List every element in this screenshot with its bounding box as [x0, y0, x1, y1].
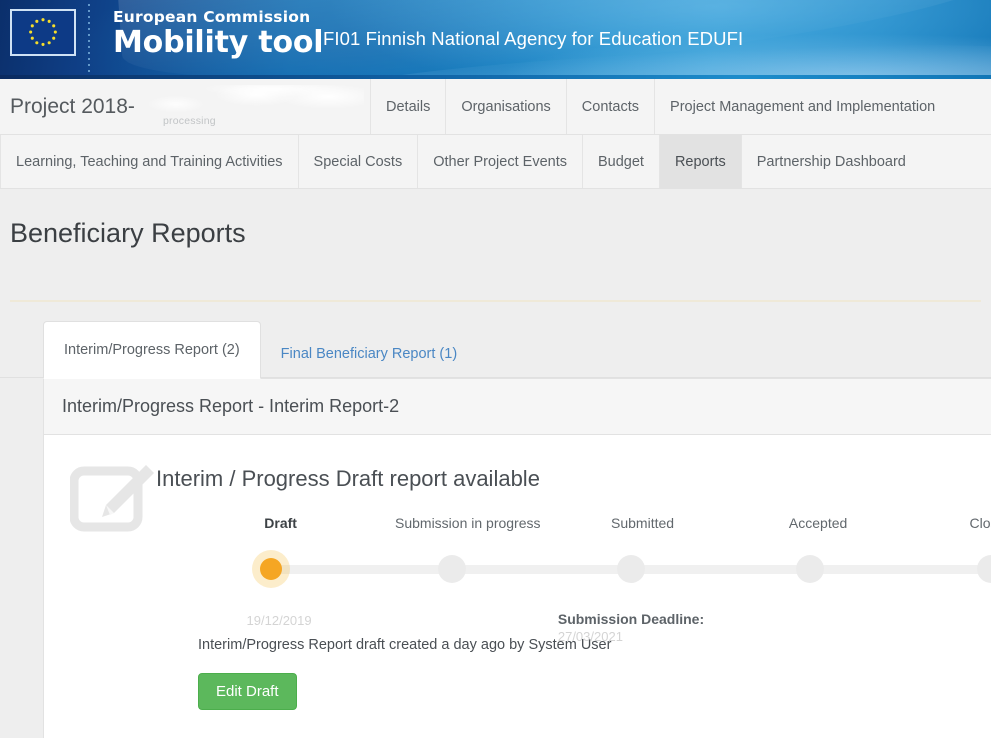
step-node-submitted[interactable] — [616, 555, 645, 583]
nav-item-reports[interactable]: Reports — [658, 135, 741, 188]
nav-item-organisations[interactable]: Organisations — [445, 79, 565, 134]
nav-item-learning-teaching-and-training-activities[interactable]: Learning, Teaching and Training Activiti… — [0, 135, 298, 188]
processing-label: processing — [163, 115, 216, 127]
step-label-submission-in-progress: Submission in progress — [394, 515, 541, 531]
submission-deadline-label: Submission Deadline: — [557, 611, 705, 627]
nav-item-label: Details — [386, 98, 431, 115]
submission-deadline-value: 27/03/2021 — [557, 629, 623, 644]
page-title: Beneficiary Reports — [10, 218, 246, 248]
tab-interim-progress-report[interactable]: Interim/Progress Report (2) — [43, 321, 261, 379]
nav-item-label: Budget — [597, 153, 644, 170]
step-node-submission-in-progress[interactable] — [438, 555, 467, 583]
report-panel-body: Interim / Progress Draft report availabl… — [44, 435, 991, 738]
step-label-draft: Draft — [264, 515, 297, 531]
stepper-labels: Draft Submission in progress Submitted A… — [256, 515, 991, 537]
brand-line-mobility-tool: Mobility tool — [113, 25, 324, 60]
nav-item-project-management-and-implementation[interactable]: Project Management and Implementation — [654, 79, 950, 134]
project-title-cell: Project 2018- processing — [0, 79, 370, 134]
nav-item-label: Special Costs — [313, 153, 403, 170]
step-node-closed[interactable] — [977, 555, 991, 583]
nav-item-other-project-events[interactable]: Other Project Events — [417, 135, 582, 188]
nav-item-label: Contacts — [581, 98, 640, 115]
nav-item-contacts[interactable]: Contacts — [565, 79, 654, 134]
banner-dotted-divider — [88, 4, 90, 76]
nav-row-primary: Project 2018- processing Details Organis… — [0, 79, 991, 135]
step-label-accepted: Accepted — [788, 515, 848, 531]
edit-draft-button[interactable]: Edit Draft — [198, 673, 297, 710]
stepper-track-area: 19/12/2019 Submission Deadline: 27/03/20… — [247, 549, 991, 644]
report-status-block: Interim / Progress Draft report availabl… — [44, 457, 991, 710]
step-label-submitted: Submitted — [611, 515, 675, 531]
tab-label: Final Beneficiary Report (1) — [280, 346, 458, 362]
edit-document-icon — [70, 463, 156, 543]
page-content: Beneficiary Reports Interim/Progress Rep… — [0, 189, 991, 738]
nav-item-label: Partnership Dashboard — [756, 153, 906, 170]
step-label-closed: Closed — [969, 515, 991, 531]
project-navigation: Project 2018- processing Details Organis… — [0, 79, 991, 189]
report-panel-heading: Interim/Progress Report - Interim Report… — [44, 379, 991, 435]
brand-line-european-commission: European Commission — [113, 8, 311, 26]
report-type-tabs: Interim/Progress Report (2) Final Benefi… — [0, 320, 991, 379]
page-title-divider — [10, 300, 981, 302]
report-progress-stepper: Draft Submission in progress Submitted A… — [247, 515, 991, 644]
project-title: Project 2018- — [10, 94, 135, 118]
nav-item-special-costs[interactable]: Special Costs — [297, 135, 418, 188]
nav-item-label: Organisations — [461, 98, 551, 115]
app-header-banner: European Commission Mobility tool FI01 F… — [0, 0, 991, 79]
draft-date-value: 19/12/2019 — [246, 613, 312, 628]
step-node-draft[interactable] — [260, 558, 283, 580]
nav-item-partnership-dashboard[interactable]: Partnership Dashboard — [740, 135, 921, 188]
project-code-redaction — [140, 85, 364, 118]
report-state-heading: Interim / Progress Draft report availabl… — [156, 466, 540, 491]
nav-item-budget[interactable]: Budget — [581, 135, 659, 188]
submission-deadline: Submission Deadline: 27/03/2021 — [558, 611, 704, 644]
draft-date: 19/12/2019 — [247, 611, 312, 628]
nav-row-secondary: Learning, Teaching and Training Activiti… — [0, 135, 991, 189]
eu-flag-icon — [10, 9, 76, 56]
nav-item-label: Project Management and Implementation — [670, 98, 936, 115]
brand-logo: European Commission Mobility tool — [113, 8, 324, 61]
step-node-accepted[interactable] — [796, 555, 825, 583]
nav-item-label: Reports — [674, 153, 726, 170]
nav-item-label: Other Project Events — [433, 153, 567, 170]
tab-final-beneficiary-report[interactable]: Final Beneficiary Report (1) — [261, 330, 478, 378]
nav-item-details[interactable]: Details — [370, 79, 445, 134]
tab-label: Interim/Progress Report (2) — [64, 342, 240, 358]
nav-item-label: Learning, Teaching and Training Activiti… — [16, 153, 283, 170]
report-panel: Interim/Progress Report - Interim Report… — [43, 378, 991, 738]
agency-name: FI01 Finnish National Agency for Educati… — [323, 28, 744, 49]
